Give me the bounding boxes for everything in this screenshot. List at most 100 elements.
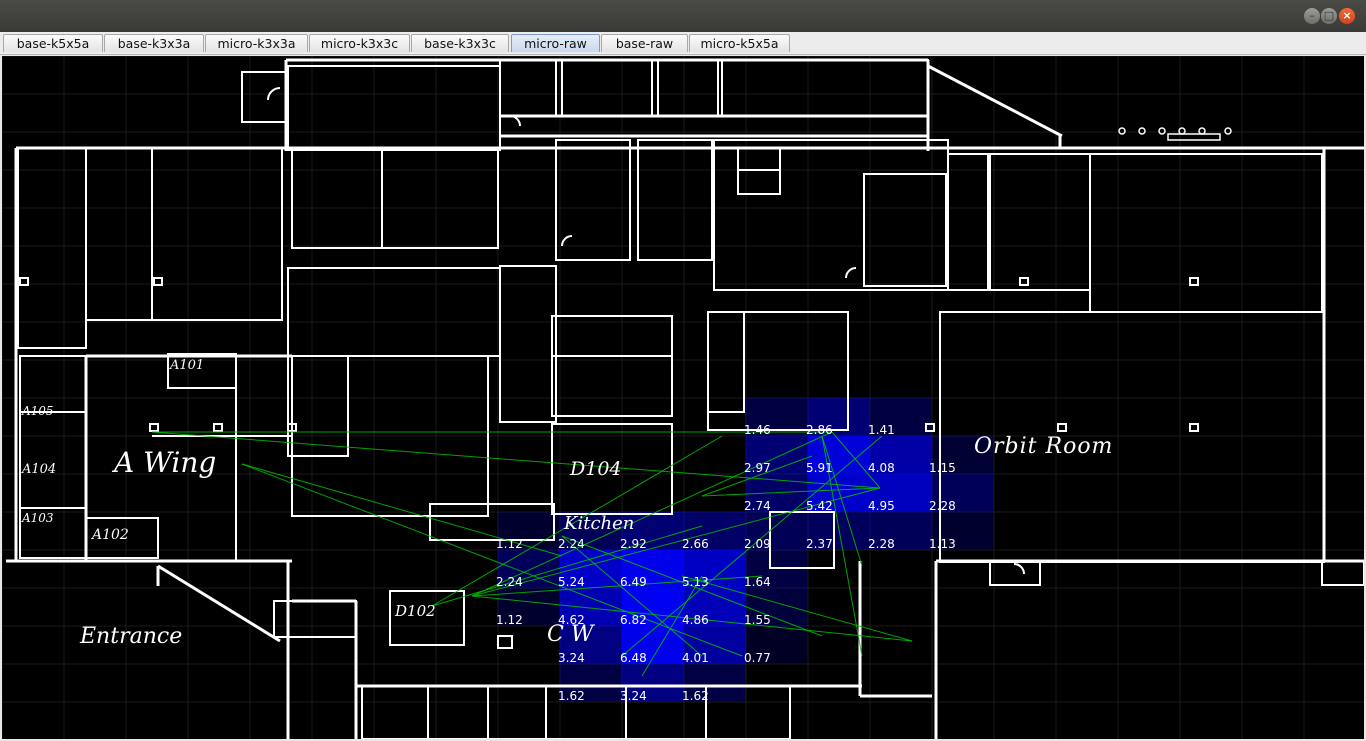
fixture bbox=[1118, 127, 1126, 135]
wall-outline bbox=[637, 139, 713, 261]
tab-micro-k5x5a[interactable]: micro-k5x5a bbox=[689, 34, 790, 52]
heat-value: 1.46 bbox=[744, 423, 771, 437]
heat-value: 6.82 bbox=[620, 613, 647, 627]
wall-outline bbox=[989, 153, 1091, 291]
wall-outline bbox=[707, 311, 745, 413]
maximize-button[interactable]: □ bbox=[1321, 8, 1337, 24]
fixture bbox=[1198, 127, 1206, 135]
heat-value: 2.24 bbox=[496, 575, 523, 589]
wall-outline bbox=[213, 423, 223, 432]
heat-value: 4.95 bbox=[868, 499, 895, 513]
room-label-d104: D104 bbox=[570, 458, 622, 480]
tab-base-k3x3a[interactable]: base-k3x3a bbox=[104, 34, 204, 52]
tab-micro-k3x3a[interactable]: micro-k3x3a bbox=[205, 34, 308, 52]
heat-value: 4.62 bbox=[558, 613, 585, 627]
heat-value: 1.12 bbox=[496, 613, 523, 627]
wall-outline bbox=[657, 59, 719, 117]
heat-value: 5.13 bbox=[682, 575, 709, 589]
fixture bbox=[1158, 127, 1166, 135]
heat-value: 6.49 bbox=[620, 575, 647, 589]
wall-outline bbox=[1167, 133, 1221, 141]
tab-micro-k3x3c[interactable]: micro-k3x3c bbox=[309, 34, 410, 52]
wall-outline bbox=[287, 267, 501, 357]
wall-outline bbox=[1321, 560, 1364, 586]
room-label-a101: A101 bbox=[170, 358, 205, 373]
room-label-a-wing: A Wing bbox=[114, 446, 217, 479]
window-titlebar: – □ × bbox=[0, 0, 1366, 32]
wall-outline bbox=[149, 423, 159, 432]
wall-outline bbox=[1057, 423, 1067, 432]
wall-outline bbox=[1089, 153, 1323, 313]
heat-value: 4.08 bbox=[868, 461, 895, 475]
tab-base-k5x5a[interactable]: base-k5x5a bbox=[3, 34, 103, 52]
heat-value: 2.28 bbox=[868, 537, 895, 551]
room-label-a105: A105 bbox=[22, 404, 54, 418]
heat-value: 5.91 bbox=[806, 461, 833, 475]
wall-outline bbox=[561, 59, 653, 117]
heat-value: 1.41 bbox=[868, 423, 895, 437]
heat-value: 5.24 bbox=[558, 575, 585, 589]
wall-outline bbox=[863, 173, 947, 287]
heat-value: 2.86 bbox=[806, 423, 833, 437]
wall-outline bbox=[1189, 423, 1199, 432]
heat-value: 1.13 bbox=[929, 537, 956, 551]
tab-base-raw[interactable]: base-raw bbox=[601, 34, 688, 52]
wall-outline bbox=[273, 600, 357, 638]
heat-value: 1.55 bbox=[744, 613, 771, 627]
floorplan-drawing bbox=[2, 56, 1364, 739]
heat-value: 2.09 bbox=[744, 537, 771, 551]
wall-outline bbox=[737, 169, 781, 195]
heat-value: 3.24 bbox=[558, 651, 585, 665]
heat-value: 2.24 bbox=[558, 537, 585, 551]
wall-outline bbox=[151, 147, 283, 321]
heat-value: 4.86 bbox=[682, 613, 709, 627]
wall-outline bbox=[499, 59, 557, 117]
wall-outline bbox=[499, 265, 557, 423]
heat-value: 1.15 bbox=[929, 461, 956, 475]
heat-value: 6.48 bbox=[620, 651, 647, 665]
wall-outline bbox=[713, 139, 949, 291]
wall-outline bbox=[287, 355, 349, 457]
room-label-d102: D102 bbox=[395, 602, 436, 620]
wall-outline bbox=[721, 59, 929, 117]
wall bbox=[927, 64, 1063, 138]
tab-strip: base-k5x5a base-k3x3a micro-k3x3a micro-… bbox=[0, 32, 1366, 55]
heat-value: 3.24 bbox=[620, 689, 647, 703]
door-swing bbox=[845, 267, 857, 279]
wall-outline bbox=[361, 685, 429, 739]
minimize-button[interactable]: – bbox=[1304, 8, 1320, 24]
tab-base-k3x3c[interactable]: base-k3x3c bbox=[411, 34, 509, 52]
wall-outline bbox=[241, 71, 287, 123]
room-label-a102: A102 bbox=[92, 527, 129, 543]
wall-outline bbox=[497, 635, 513, 649]
wall-outline bbox=[487, 685, 547, 739]
wall-outline bbox=[551, 315, 673, 417]
wall-outline bbox=[551, 355, 673, 417]
tab-micro-raw[interactable]: micro-raw bbox=[511, 34, 600, 52]
room-label-orbit-room: Orbit Room bbox=[974, 434, 1114, 459]
wall-outline bbox=[287, 65, 501, 151]
fixture bbox=[1138, 127, 1146, 135]
wall-outline bbox=[947, 153, 989, 291]
heat-value: 1.64 bbox=[744, 575, 771, 589]
heat-value: 2.92 bbox=[620, 537, 647, 551]
close-button[interactable]: × bbox=[1339, 8, 1355, 24]
room-label-entrance: Entrance bbox=[80, 624, 183, 649]
wall-outline bbox=[85, 147, 153, 321]
heat-value: 1.62 bbox=[682, 689, 709, 703]
heat-value: 1.12 bbox=[496, 537, 523, 551]
fixture bbox=[1224, 127, 1232, 135]
heat-value: 1.62 bbox=[558, 689, 585, 703]
door-swing bbox=[1013, 563, 1025, 575]
wall-outline bbox=[19, 411, 87, 509]
wall-outline bbox=[427, 685, 489, 739]
heat-value: 2.74 bbox=[744, 499, 771, 513]
floorplan-canvas[interactable]: A Wing Orbit Room Entrance Kitchen D104 … bbox=[2, 56, 1364, 739]
door-swing bbox=[561, 235, 573, 247]
wall-outline bbox=[291, 147, 499, 249]
room-label-a104: A104 bbox=[22, 462, 57, 477]
heat-value: 4.01 bbox=[682, 651, 709, 665]
room-label-kitchen: Kitchen bbox=[564, 513, 635, 534]
heat-value: 5.42 bbox=[806, 499, 833, 513]
room-label-a103: A103 bbox=[22, 511, 54, 525]
